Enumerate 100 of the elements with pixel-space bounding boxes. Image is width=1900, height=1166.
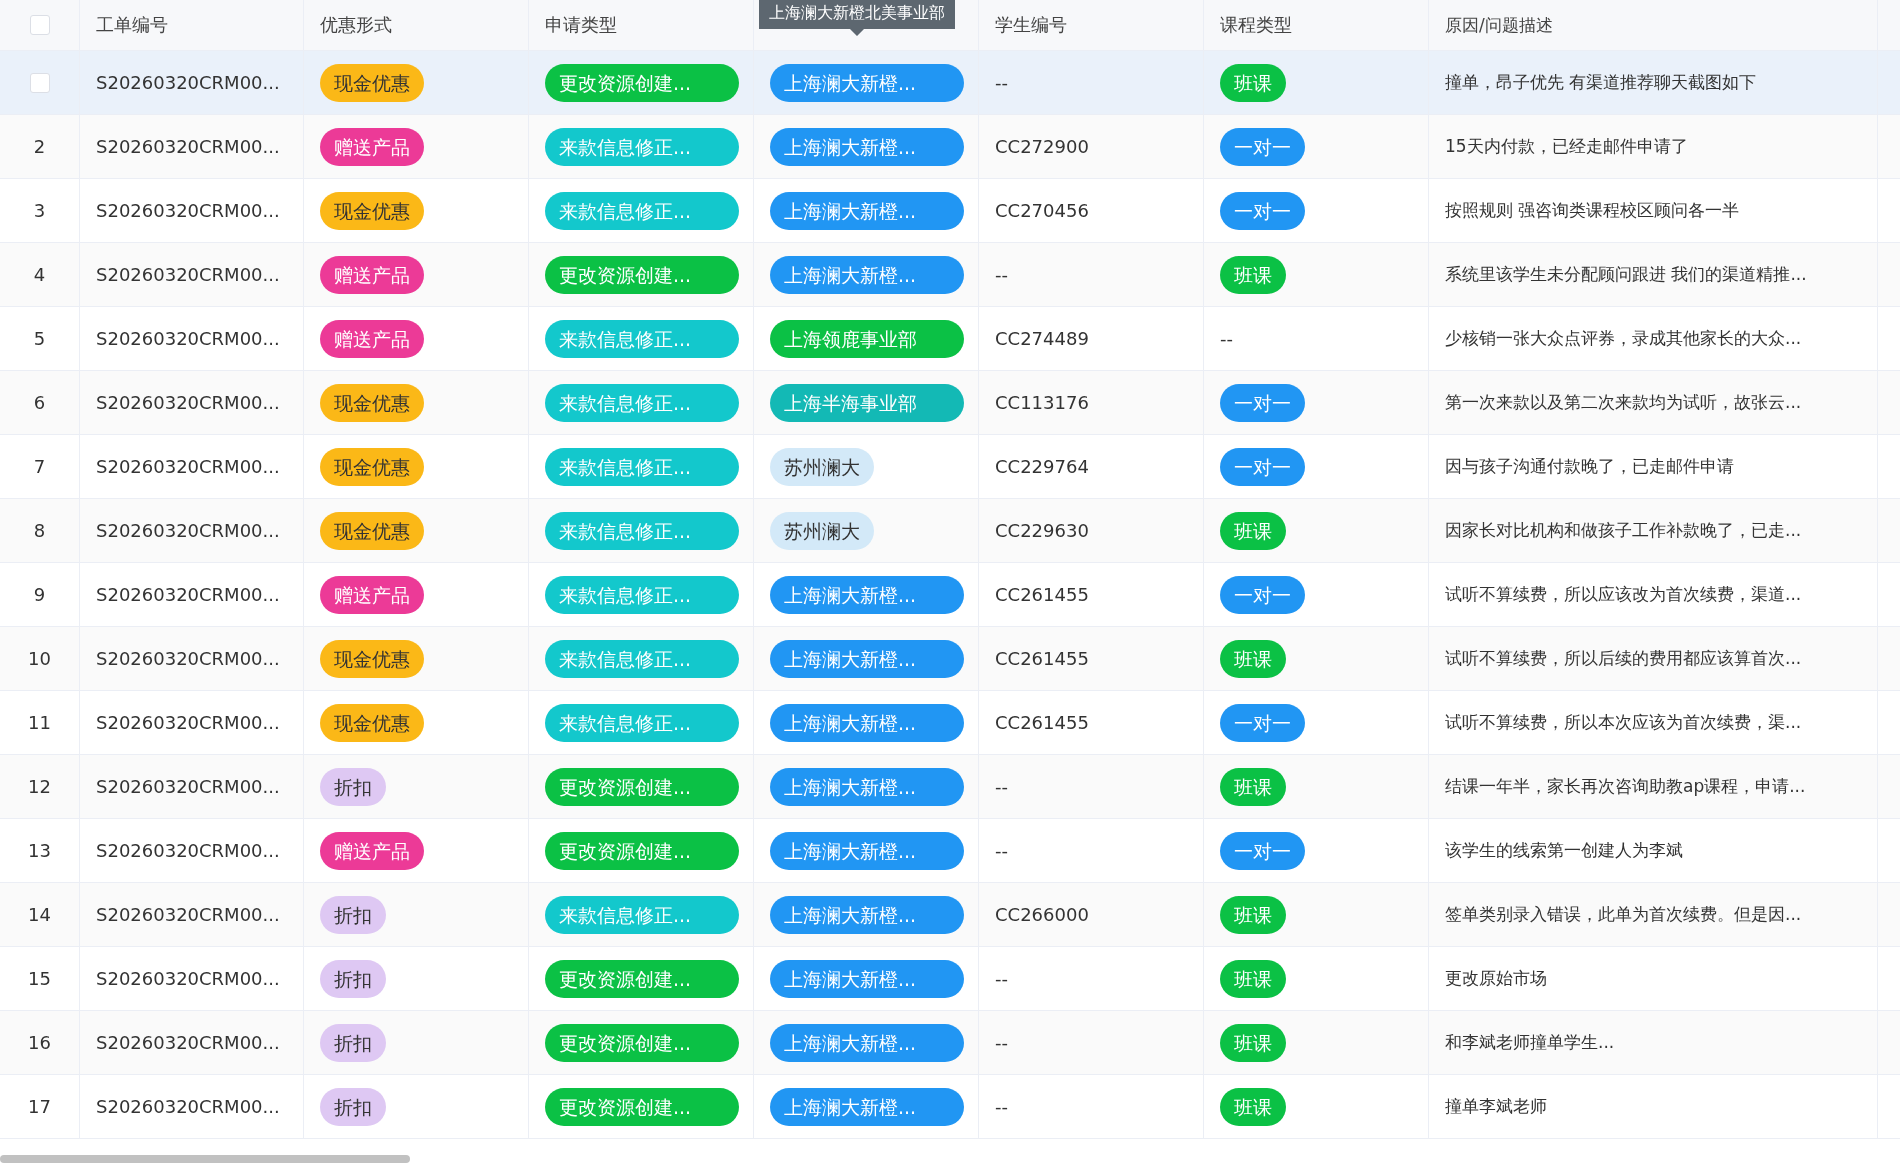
- request-type-tag: 来款信息修正...: [545, 319, 739, 358]
- student-number: --: [995, 840, 1008, 861]
- discount-tag: 现金优惠: [320, 511, 424, 550]
- row-number: 7: [33, 456, 46, 477]
- discount-tag: 赠送产品: [320, 127, 424, 166]
- order-number: S20260320CRM00...: [96, 392, 280, 413]
- order-number: S20260320CRM00...: [96, 136, 280, 157]
- column-header: 原因/问题描述: [1445, 13, 1553, 37]
- organization-tag: 上海澜大新橙...: [770, 1023, 964, 1062]
- row-number: 8: [33, 520, 46, 541]
- student-number: CC274489: [995, 328, 1089, 349]
- course-type-empty: --: [1220, 328, 1233, 349]
- discount-tag: 现金优惠: [320, 63, 424, 102]
- request-type-tag: 来款信息修正...: [545, 575, 739, 614]
- course-type-tag: 班课: [1220, 639, 1286, 678]
- column-header: 优惠形式: [320, 13, 392, 37]
- course-type-tag: 一对一: [1220, 703, 1305, 742]
- request-type-tag: 更改资源创建...: [545, 767, 739, 806]
- row-number: 15: [28, 968, 51, 989]
- reason-text: 结课一年半，家长再次咨询助教ap课程，申请...: [1445, 775, 1806, 798]
- order-number: S20260320CRM00...: [96, 776, 280, 797]
- scrollbar-thumb[interactable]: [0, 1155, 410, 1163]
- student-number: --: [995, 1032, 1008, 1053]
- discount-tag: 折扣: [320, 1087, 386, 1126]
- organization-tag: 上海澜大新橙...: [770, 127, 964, 166]
- row-number: 11: [28, 712, 51, 733]
- reason-text: 15天内付款，已经走邮件申请了: [1445, 135, 1688, 158]
- student-number: CC229764: [995, 456, 1089, 477]
- student-number: CC261455: [995, 712, 1089, 733]
- column-header: 工单编号: [96, 13, 168, 37]
- course-type-tag: 班课: [1220, 959, 1286, 998]
- row-number: 4: [33, 264, 46, 285]
- discount-tag: 折扣: [320, 959, 386, 998]
- order-number: S20260320CRM00...: [96, 264, 280, 285]
- discount-tag: 现金优惠: [320, 447, 424, 486]
- row-number: 6: [33, 392, 46, 413]
- course-type-tag: 一对一: [1220, 831, 1305, 870]
- request-type-tag: 更改资源创建...: [545, 959, 739, 998]
- course-type-tag: 一对一: [1220, 575, 1305, 614]
- student-number: CC272900: [995, 136, 1089, 157]
- order-number: S20260320CRM00...: [96, 648, 280, 669]
- course-type-tag: 一对一: [1220, 447, 1305, 486]
- discount-tag: 赠送产品: [320, 831, 424, 870]
- order-number: S20260320CRM00...: [96, 72, 280, 93]
- request-type-tag: 更改资源创建...: [545, 255, 739, 294]
- student-number: --: [995, 1096, 1008, 1117]
- row-number: 9: [33, 584, 46, 605]
- organization-tag: 上海澜大新橙...: [770, 959, 964, 998]
- row-checkbox[interactable]: [29, 72, 50, 93]
- organization-tag: 上海澜大新橙...: [770, 767, 964, 806]
- student-number: --: [995, 264, 1008, 285]
- discount-tag: 折扣: [320, 1023, 386, 1062]
- discount-tag: 现金优惠: [320, 191, 424, 230]
- reason-text: 更改原始市场: [1445, 967, 1547, 990]
- course-type-tag: 班课: [1220, 63, 1286, 102]
- discount-tag: 现金优惠: [320, 703, 424, 742]
- course-type-tag: 班课: [1220, 255, 1286, 294]
- reason-text: 撞单李斌老师: [1445, 1095, 1547, 1118]
- reason-text: 系统里该学生未分配顾问跟进 我们的渠道精推...: [1445, 263, 1807, 286]
- organization-tag: 上海澜大新橙...: [770, 895, 964, 934]
- request-type-tag: 来款信息修正...: [545, 639, 739, 678]
- course-type-tag: 一对一: [1220, 383, 1305, 422]
- order-number: S20260320CRM00...: [96, 200, 280, 221]
- reason-text: 试听不算续费，所以后续的费用都应该算首次...: [1445, 647, 1802, 670]
- request-type-tag: 来款信息修正...: [545, 511, 739, 550]
- column-header: 学生编号: [995, 13, 1067, 37]
- order-number: S20260320CRM00...: [96, 328, 280, 349]
- request-type-tag: 更改资源创建...: [545, 1023, 739, 1062]
- order-number: S20260320CRM00...: [96, 904, 280, 925]
- organization-tag: 上海澜大新橙...: [770, 191, 964, 230]
- organization-tag: 上海澜大新橙...: [770, 255, 964, 294]
- request-type-tag: 来款信息修正...: [545, 703, 739, 742]
- organization-tag: 上海澜大新橙...: [770, 63, 964, 102]
- discount-tag: 折扣: [320, 767, 386, 806]
- order-number: S20260320CRM00...: [96, 520, 280, 541]
- course-type-tag: 班课: [1220, 1087, 1286, 1126]
- discount-tag: 现金优惠: [320, 383, 424, 422]
- request-type-tag: 来款信息修正...: [545, 383, 739, 422]
- course-type-tag: 班课: [1220, 895, 1286, 934]
- order-number: S20260320CRM00...: [96, 968, 280, 989]
- reason-text: 和李斌老师撞单学生...: [1445, 1031, 1615, 1054]
- organization-tag: 上海澜大新橙...: [770, 1087, 964, 1126]
- reason-text: 试听不算续费，所以本次应该为首次续费，渠...: [1445, 711, 1802, 734]
- discount-tag: 折扣: [320, 895, 386, 934]
- row-number: 10: [28, 648, 51, 669]
- student-number: CC261455: [995, 648, 1089, 669]
- course-type-tag: 一对一: [1220, 191, 1305, 230]
- reason-text: 因家长对比机构和做孩子工作补款晚了，已走...: [1445, 519, 1802, 542]
- request-type-tag: 更改资源创建...: [545, 831, 739, 870]
- organization-tag: 上海澜大新橙...: [770, 575, 964, 614]
- course-type-tag: 一对一: [1220, 127, 1305, 166]
- select-all-checkbox[interactable]: [29, 15, 50, 35]
- reason-text: 签单类别录入错误，此单为首次续费。但是因...: [1445, 903, 1802, 926]
- order-number: S20260320CRM00...: [96, 1032, 280, 1053]
- reason-text: 第一次来款以及第二次来款均为试听，故张云...: [1445, 391, 1802, 414]
- discount-tag: 现金优惠: [320, 639, 424, 678]
- order-number: S20260320CRM00...: [96, 1096, 280, 1117]
- reason-text: 试听不算续费，所以应该改为首次续费，渠道...: [1445, 583, 1802, 606]
- student-number: CC229630: [995, 520, 1089, 541]
- organization-tag: 苏州澜大: [770, 511, 874, 550]
